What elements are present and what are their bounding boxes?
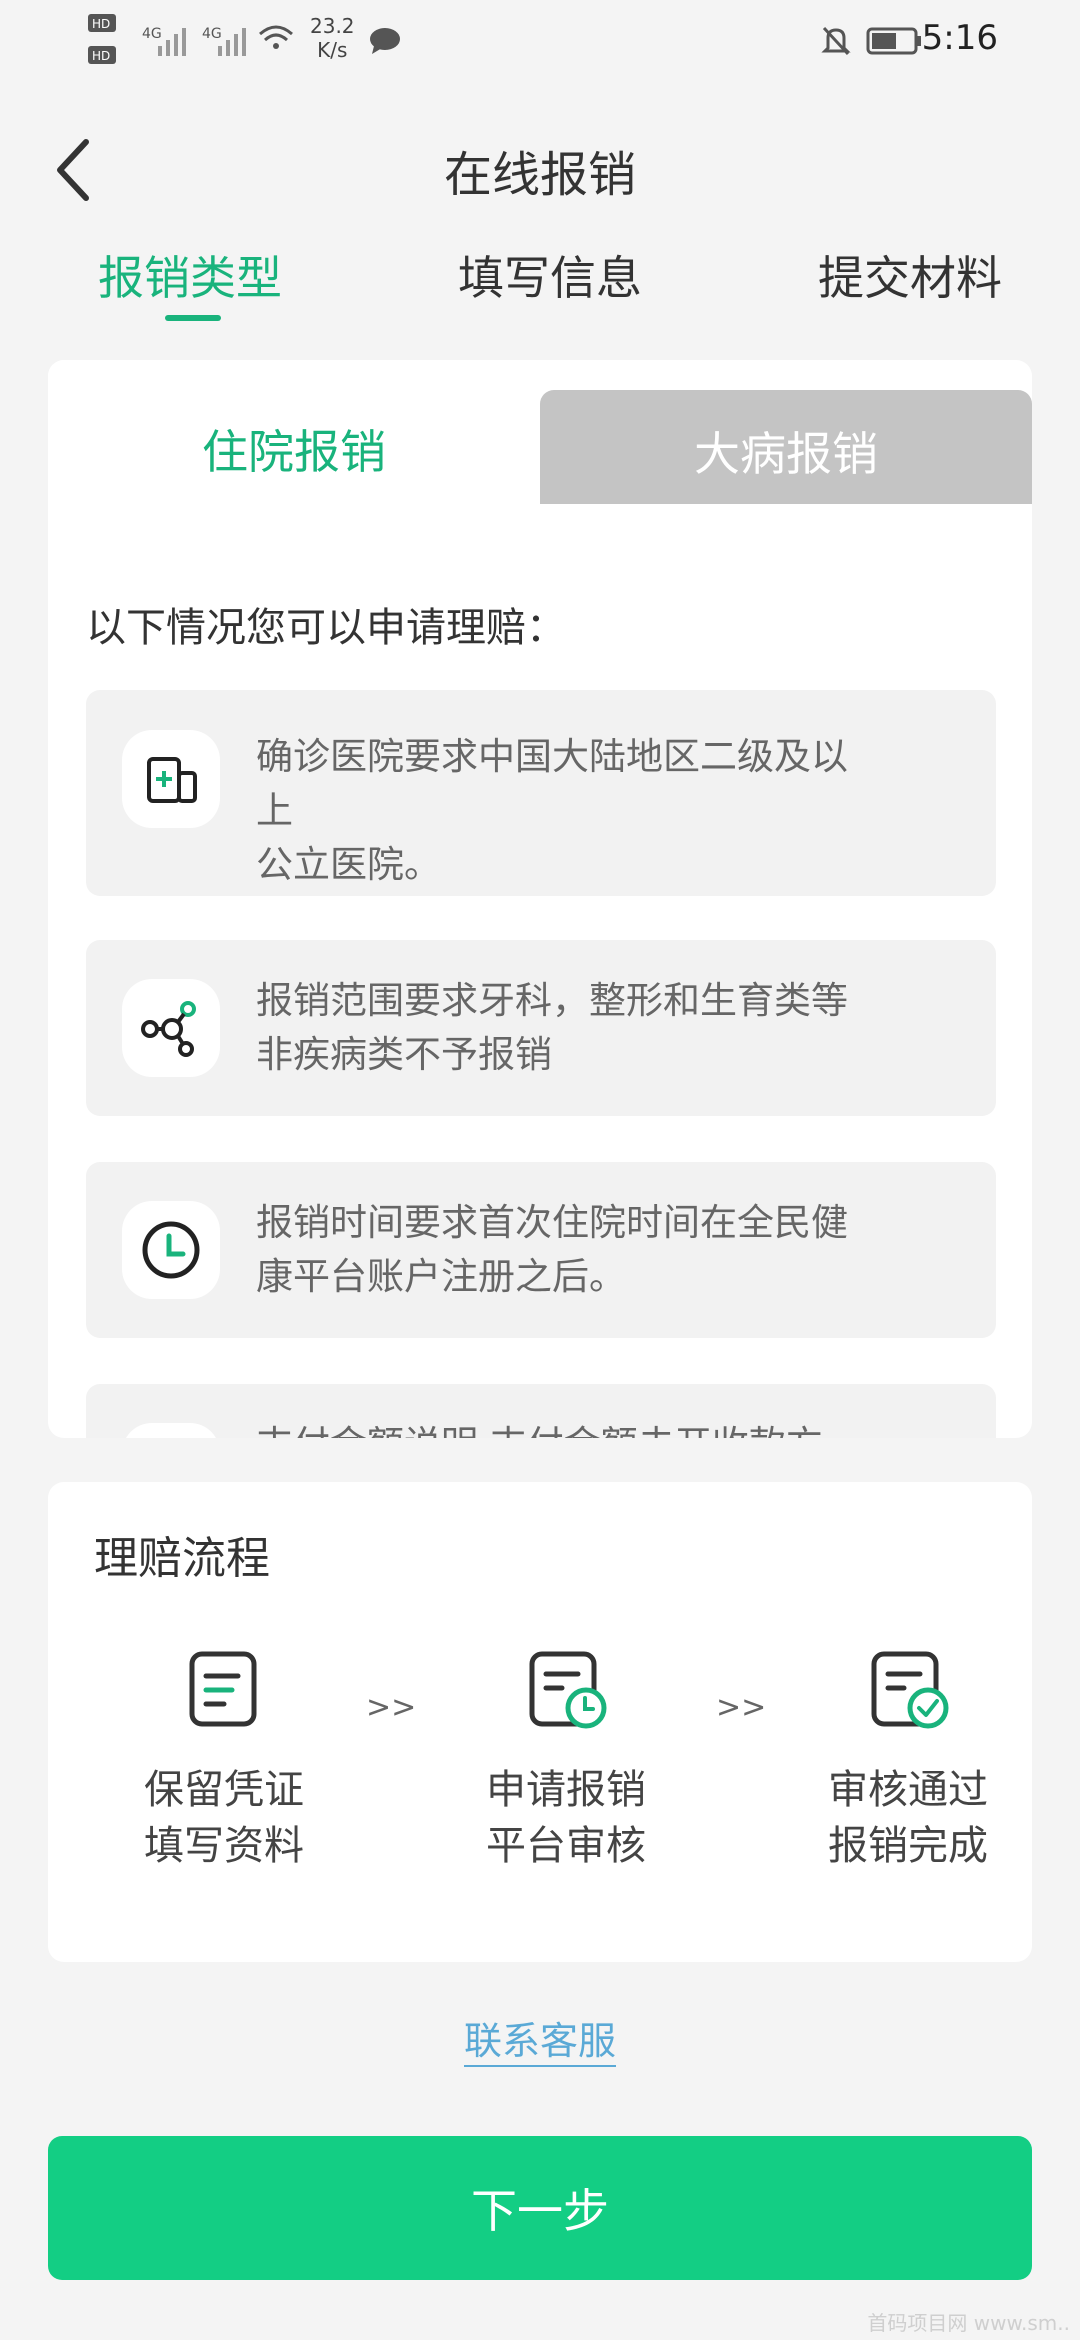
network-icon	[122, 979, 220, 1077]
document-icon	[184, 1648, 264, 1728]
watermark: 首码项目网 www.sm..	[867, 2311, 1070, 2335]
process-arrow: >>	[366, 1690, 417, 1725]
message-icon	[368, 26, 402, 60]
svg-text:HD: HD	[92, 17, 110, 31]
tab-critical-illness-label: 大病报销	[694, 427, 878, 481]
condition-line: 非疾病类不予报销	[256, 1033, 552, 1076]
condition-line: 上	[256, 789, 293, 832]
process-step-label: 保留凭证 填写资料	[104, 1762, 344, 1874]
condition-line: 报销时间要求首次住院时间在全民健	[256, 1201, 848, 1244]
process-step-label: 申请报销 平台审核	[446, 1762, 686, 1874]
condition-line: 确诊医院要求中国大陆地区二级及以	[256, 735, 848, 778]
condition-item: 支付金额说明 支付金额未开收款方	[86, 1384, 996, 1438]
step-info[interactable]: 填写信息	[458, 242, 642, 308]
step-indicator: 报销类型 填写信息 提交材料	[0, 242, 1080, 322]
clock-icon	[122, 1201, 220, 1299]
network-speed-value: 23.2	[310, 14, 355, 38]
process-step-line: 审核通过	[828, 1767, 988, 1813]
tab-critical-illness[interactable]: 大病报销	[540, 390, 1032, 504]
tab-hospitalization-label: 住院报销	[202, 425, 386, 479]
condition-item: 报销时间要求首次住院时间在全民健 康平台账户注册之后。	[86, 1162, 996, 1338]
process-step-line: 报销完成	[828, 1823, 988, 1869]
status-bar: HD HD 4G 4G 23.2 K/s 5:16	[0, 0, 1080, 80]
hospital-icon	[122, 730, 220, 828]
next-step-button[interactable]: 下一步	[48, 2136, 1032, 2280]
svg-text:4G: 4G	[142, 26, 162, 42]
process-step-line: 填写资料	[144, 1823, 304, 1869]
condition-text: 报销时间要求首次住院时间在全民健 康平台账户注册之后。	[256, 1196, 976, 1304]
hd-signal-icons: HD HD 4G 4G	[86, 12, 306, 74]
condition-text: 确诊医院要求中国大陆地区二级及以 上 公立医院。	[256, 730, 976, 892]
process-step-line: 平台审核	[486, 1823, 646, 1869]
condition-text: 支付金额说明 支付金额未开收款方	[256, 1418, 976, 1438]
battery-icon	[866, 26, 924, 60]
step-active-underline	[165, 315, 221, 321]
svg-text:4G: 4G	[202, 26, 222, 42]
bell-muted-icon	[820, 24, 852, 62]
condition-line: 公立医院。	[256, 843, 441, 886]
network-speed-unit: K/s	[317, 38, 348, 62]
svg-text:HD: HD	[92, 49, 110, 63]
document-clock-icon	[526, 1648, 607, 1729]
step-materials[interactable]: 提交材料	[818, 242, 1002, 308]
tab-hospitalization[interactable]: 住院报销	[48, 360, 540, 504]
process-step-label: 审核通过 报销完成	[788, 1762, 1028, 1874]
partial-icon	[122, 1423, 220, 1438]
process-title: 理赔流程	[94, 1533, 270, 1584]
document-check-icon	[868, 1648, 949, 1729]
condition-item: 报销范围要求牙科，整形和生育类等 非疾病类不予报销	[86, 940, 996, 1116]
process-step-line: 保留凭证	[144, 1767, 304, 1813]
clock-time: 5:16	[921, 18, 998, 58]
network-speed: 23.2 K/s	[310, 14, 355, 62]
process-arrow: >>	[716, 1690, 767, 1725]
condition-item: 确诊医院要求中国大陆地区二级及以 上 公立医院。	[86, 690, 996, 896]
condition-text: 报销范围要求牙科，整形和生育类等 非疾病类不予报销	[256, 974, 976, 1082]
contact-support-label: 联系客服	[463, 2019, 616, 2067]
condition-item-clip: 支付金额说明 支付金额未开收款方	[48, 1384, 1032, 1438]
step-type[interactable]: 报销类型	[98, 242, 282, 308]
process-step-line: 申请报销	[486, 1767, 646, 1813]
condition-line: 报销范围要求牙科，整形和生育类等	[256, 979, 848, 1022]
contact-support-link[interactable]: 联系客服	[0, 2010, 1080, 2067]
condition-line: 康平台账户注册之后。	[256, 1255, 626, 1298]
intro-text: 以下情况您可以申请理赔：	[86, 605, 566, 651]
page-title: 在线报销	[443, 147, 636, 203]
